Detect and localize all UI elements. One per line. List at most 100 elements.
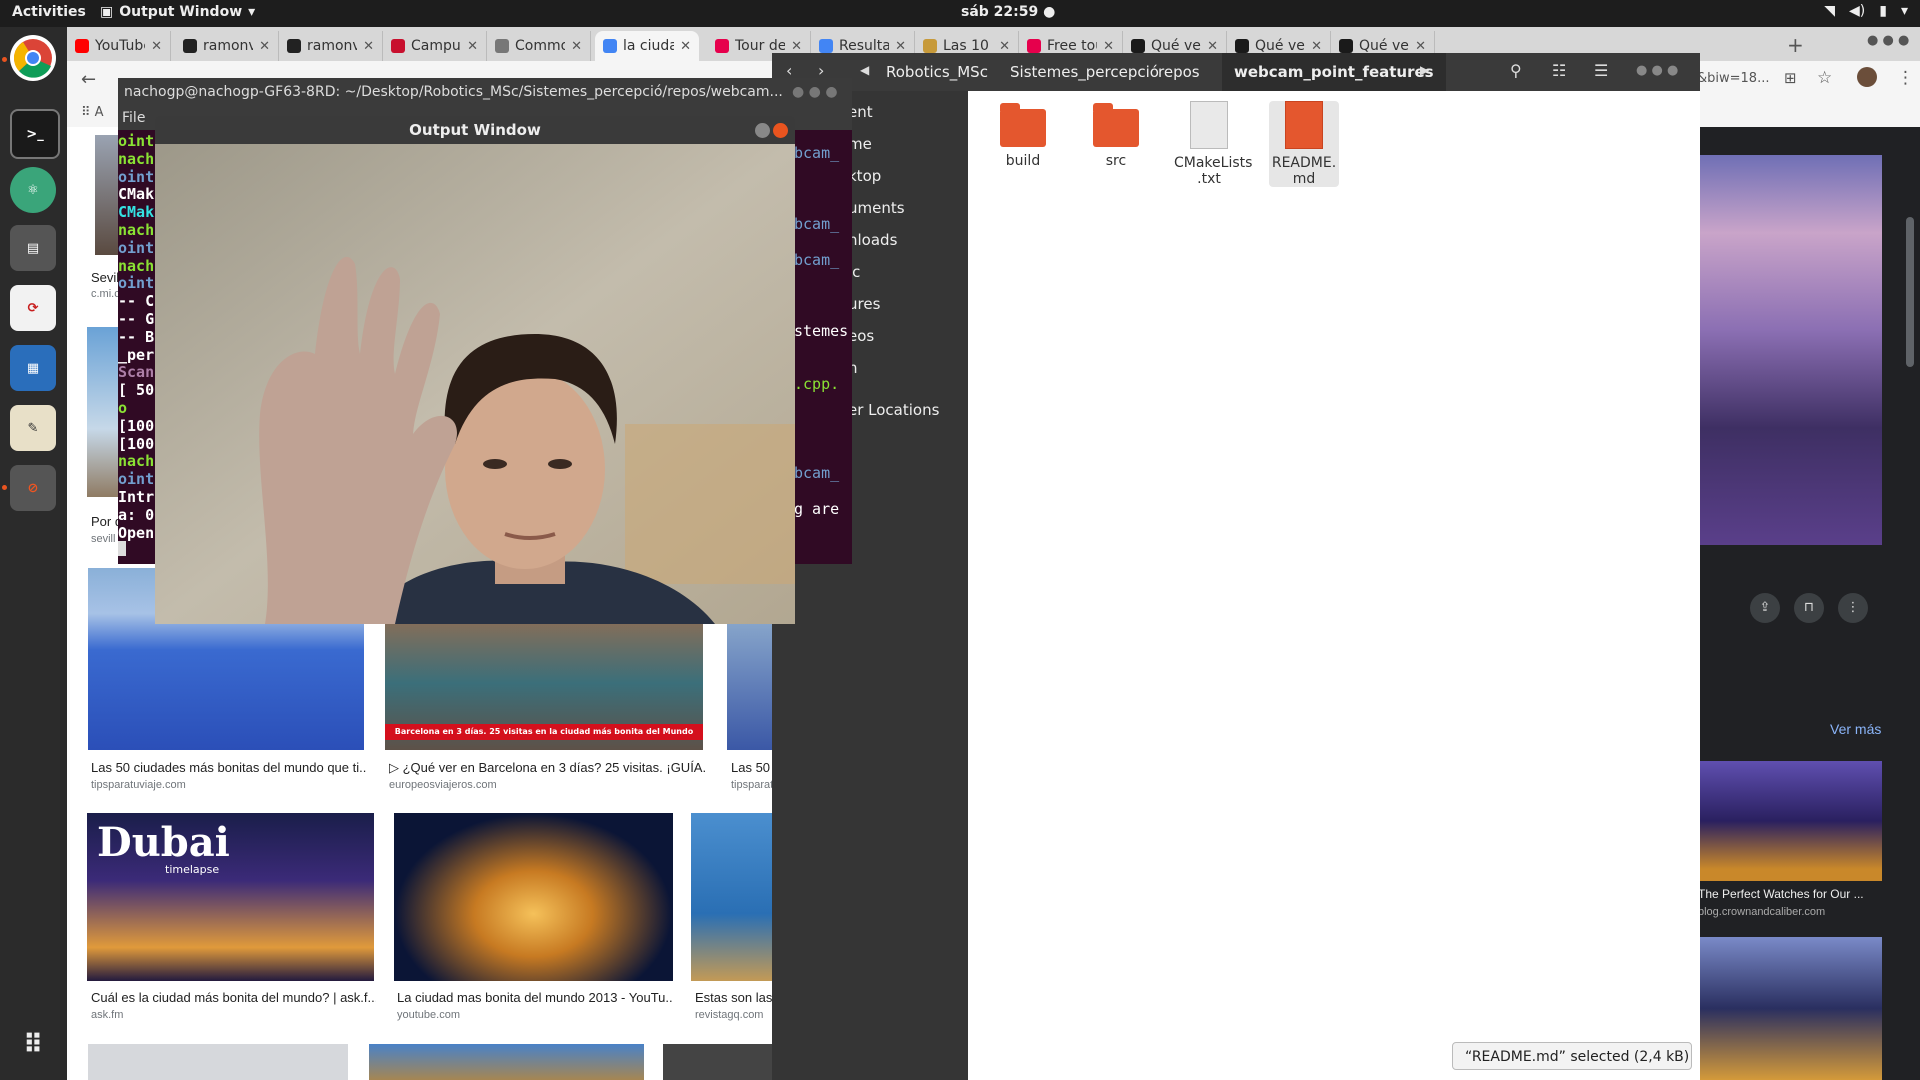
close-tab-icon[interactable]: ✕ <box>571 39 582 54</box>
result-image[interactable] <box>663 1044 783 1080</box>
result-image-venice[interactable] <box>691 813 781 981</box>
writer-icon[interactable]: ▦ <box>10 345 56 391</box>
apps-icon[interactable]: ⠿ A <box>81 105 104 120</box>
clock[interactable]: sáb 22:59 ● <box>961 4 1055 20</box>
result-image-cathedral[interactable] <box>394 813 673 981</box>
breadcrumb-item[interactable]: Sistemes_percepció <box>998 53 1171 91</box>
close-tab-icon[interactable]: ✕ <box>363 39 374 54</box>
breadcrumb-right-icon[interactable]: ▶ <box>1420 63 1429 77</box>
result-caption[interactable]: Estas son las <box>695 990 783 1005</box>
evince-icon[interactable]: ⟳ <box>10 285 56 331</box>
tab[interactable]: ramonvp ✕ <box>175 31 279 61</box>
terminal-icon[interactable]: >_ <box>10 109 60 159</box>
activities-button[interactable]: Activities <box>12 4 86 20</box>
view-options-icon[interactable]: ☷ <box>1552 61 1566 80</box>
atom-icon[interactable]: ⚛ <box>10 167 56 213</box>
close-tab-icon[interactable]: ✕ <box>259 39 270 54</box>
sidebar-item[interactable]: ktop <box>848 167 881 185</box>
breadcrumb-item[interactable]: webcam_point_features <box>1222 53 1446 91</box>
close-tab-icon[interactable]: ✕ <box>151 39 162 54</box>
menu-icon[interactable]: ☰ <box>1594 61 1608 80</box>
close-tab-icon[interactable]: ✕ <box>1103 39 1114 54</box>
tab[interactable]: Campus V ✕ <box>383 31 487 61</box>
menu-icon[interactable]: ⋮ <box>1897 68 1914 88</box>
files-icon[interactable]: ▤ <box>10 225 56 271</box>
result-image[interactable] <box>369 1044 644 1080</box>
text-editor-icon[interactable]: ✎ <box>10 405 56 451</box>
close-tab-icon[interactable]: ✕ <box>999 39 1010 54</box>
result-caption[interactable]: Las 50 ciudades más bonitas del mundo qu… <box>91 760 366 775</box>
window-controls[interactable]: ● ● ● <box>1636 63 1678 78</box>
ver-mas-link[interactable]: Ver más <box>1830 721 1881 737</box>
result-caption[interactable]: La ciudad mas bonita del mundo 2013 - Yo… <box>397 990 673 1005</box>
close-tab-icon[interactable]: ✕ <box>895 39 906 54</box>
file-item[interactable]: README. md <box>1269 101 1339 187</box>
sidebar-item[interactable]: ures <box>848 295 880 313</box>
related-source[interactable]: blog.crownandcaliber.com <box>1698 906 1825 918</box>
file-item[interactable]: CMakeLists .txt <box>1174 101 1252 187</box>
sidebar-item[interactable]: nloads <box>848 231 897 249</box>
result-caption[interactable]: Cuál es la ciudad más bonita del mundo? … <box>91 990 376 1005</box>
tab-label: Campus V <box>411 38 461 54</box>
result-source[interactable]: ask.fm <box>91 1009 123 1021</box>
sidebar-item[interactable]: uments <box>848 199 905 217</box>
tab[interactable]: YouTube ✕ <box>67 31 171 61</box>
close-tab-icon[interactable]: ✕ <box>1207 39 1218 54</box>
selection-status: “README.md” selected (2,4 kB) <box>1452 1042 1692 1070</box>
more-icon[interactable]: ⋮ <box>1838 593 1868 623</box>
output-window-title-bar[interactable]: Output Window <box>155 116 795 144</box>
breadcrumb-left-icon[interactable]: ◀ <box>860 63 869 77</box>
tab[interactable]: ramonvp ✕ <box>279 31 383 61</box>
result-source[interactable]: youtube.com <box>397 1009 460 1021</box>
minimize-button[interactable] <box>755 123 770 138</box>
result-source[interactable]: sevill <box>91 533 115 545</box>
related-image[interactable] <box>1698 937 1882 1080</box>
chrome-icon[interactable] <box>10 35 56 81</box>
result-caption[interactable]: ▷ ¿Qué ver en Barcelona en 3 días? 25 vi… <box>389 760 705 776</box>
tab[interactable]: Common ✕ <box>487 31 591 61</box>
result-source[interactable]: europeosviajeros.com <box>389 779 497 791</box>
result-source[interactable]: tipsparatuviaje.com <box>91 779 186 791</box>
breadcrumb-item[interactable]: Robotics_MSc <box>874 53 1000 91</box>
breadcrumb-item[interactable]: repos <box>1146 53 1212 91</box>
related-caption[interactable]: The Perfect Watches for Our ... <box>1698 887 1882 901</box>
window-controls[interactable]: ● ● ● <box>792 84 838 100</box>
share-icon[interactable]: ⇪ <box>1750 593 1780 623</box>
close-tab-icon[interactable]: ✕ <box>1415 39 1426 54</box>
scrollbar[interactable] <box>1906 217 1914 367</box>
sidebar-item[interactable]: er Locations <box>848 401 939 419</box>
app-grid-icon[interactable]: ⠿ <box>10 1022 56 1068</box>
url-fragment[interactable]: &biw=18... <box>1697 71 1769 86</box>
close-tab-icon[interactable]: ✕ <box>467 39 478 54</box>
result-image[interactable] <box>727 617 777 750</box>
terminal-menu-file[interactable]: File <box>122 110 145 126</box>
tab[interactable]: la ciudad ✕ <box>595 31 699 61</box>
result-source[interactable]: c.mi.c <box>91 288 120 300</box>
related-image[interactable] <box>1698 761 1882 881</box>
avatar[interactable] <box>1857 67 1877 87</box>
folder-icon <box>1000 103 1046 147</box>
system-tray[interactable]: ◥ ◀) ▮ ▾ <box>1824 3 1908 19</box>
running-indicator <box>2 57 7 62</box>
output-window-dock-icon[interactable]: ⊘ <box>10 465 56 511</box>
close-tab-icon[interactable]: ✕ <box>1311 39 1322 54</box>
tab-label: Resultado <box>839 38 889 54</box>
search-icon[interactable]: ⚲ <box>1510 61 1522 80</box>
result-image[interactable] <box>88 1044 348 1080</box>
bookmark-icon[interactable]: ⊓ <box>1794 593 1824 623</box>
result-image-dubai[interactable]: Dubai timelapse <box>87 813 374 981</box>
file-item[interactable]: src <box>1081 101 1151 169</box>
translate-icon[interactable]: ⊞ <box>1784 69 1797 87</box>
window-controls[interactable]: ● ● ● <box>1867 33 1909 48</box>
app-menu-label: Output Window <box>119 4 243 20</box>
preview-image-paris[interactable] <box>1698 155 1882 545</box>
back-icon[interactable]: ← <box>81 69 96 90</box>
star-icon[interactable]: ☆ <box>1817 68 1832 88</box>
new-tab-button[interactable]: + <box>1787 33 1804 57</box>
close-tab-icon[interactable]: ✕ <box>791 39 802 54</box>
result-source[interactable]: revistagq.com <box>695 1009 763 1021</box>
app-menu[interactable]: ▣ Output Window ▾ <box>100 4 255 20</box>
close-button[interactable] <box>773 123 788 138</box>
close-tab-icon[interactable]: ✕ <box>680 39 691 54</box>
file-item[interactable]: build <box>988 101 1058 169</box>
